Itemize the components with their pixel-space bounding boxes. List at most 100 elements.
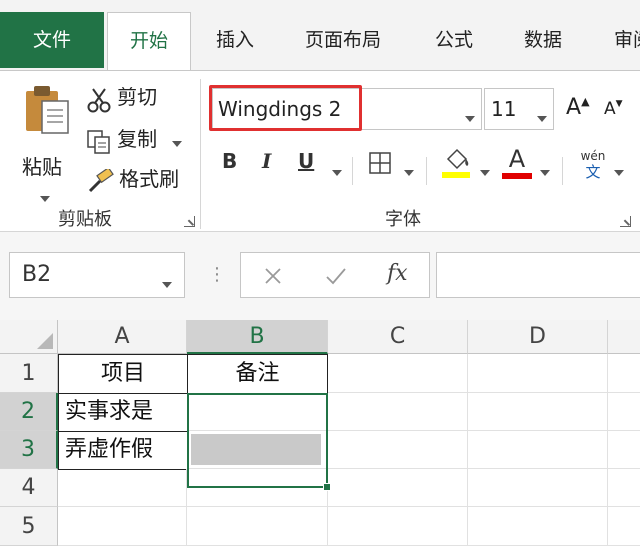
ribbon: 粘贴 剪切 复制 格式刷 剪贴板 Wingdings 2 11 A▲ A▼ B … [0,70,640,232]
font-launcher-icon[interactable] [620,216,631,227]
formula-bar-area: B2 ⋮ fx [0,232,640,320]
column-header-c[interactable]: C [328,320,468,354]
paint-bucket-icon [442,148,470,178]
clipboard-launcher-icon[interactable] [184,216,195,227]
name-box-dropdown-caret[interactable] [162,273,172,292]
tab-formulas[interactable]: 公式 [435,12,473,68]
copy-label: 复制 [117,127,158,151]
name-box[interactable]: B2 [9,252,185,298]
cell-d5[interactable] [468,507,608,546]
cell-d1[interactable] [468,354,608,393]
phonetic-bottom-label: 文 [585,163,601,181]
column-header-d[interactable]: D [468,320,608,354]
font-color-swatch [502,173,532,179]
fill-color-dropdown-caret[interactable] [480,161,490,180]
ribbon-separator [200,79,201,229]
tab-home[interactable]: 开始 [107,12,191,71]
font-size-dropdown-caret[interactable] [537,107,547,126]
borders-icon [369,152,391,174]
column-header-e[interactable] [608,320,640,354]
font-size-combobox[interactable]: 11 [484,88,554,130]
row-header-5[interactable]: 5 [0,507,58,546]
bold-button[interactable]: B [222,149,237,173]
tab-file[interactable]: 文件 [0,12,104,68]
tab-insert[interactable]: 插入 [216,12,254,68]
cell-a2[interactable]: 实事求是 [58,393,188,432]
italic-button[interactable]: I [262,149,271,173]
borders-dropdown-caret[interactable] [404,161,414,180]
ribbon-tab-bar: 文件 开始 插入 页面布局 公式 数据 审阅 [0,0,640,71]
font-name-highlight [209,85,362,131]
format-painter-button[interactable]: 格式刷 [86,163,179,195]
ribbon-separator [562,157,563,185]
cell-d3[interactable] [468,431,608,469]
cell-d2[interactable] [468,393,608,431]
cell-b3[interactable] [187,431,328,469]
cell-a4[interactable] [58,469,187,507]
underline-dropdown-caret[interactable] [332,161,342,180]
row-header-3[interactable]: 3 [0,431,58,469]
paste-label: 粘贴 [22,155,62,179]
row-header-1[interactable]: 1 [0,354,58,393]
shrink-font-arrow-icon: ▼ [615,99,623,109]
ribbon-separator [352,157,353,185]
cell-e5[interactable] [608,507,640,546]
grow-font-arrow-icon: ▲ [581,95,590,108]
cell-b1[interactable]: 备注 [187,354,328,394]
cell-b3-shading [191,434,321,465]
underline-button[interactable]: U [298,149,314,173]
cell-a3[interactable]: 弄虚作假 [58,431,188,470]
copy-icon [87,129,110,154]
fill-handle[interactable] [323,483,331,491]
cell-c1[interactable] [328,354,468,393]
cut-button[interactable]: 剪切 [86,81,157,113]
phonetic-dropdown-caret[interactable] [614,161,624,180]
column-header-b[interactable]: B [187,320,328,354]
grow-font-button[interactable]: A▲ [566,95,590,120]
insert-function-button[interactable]: fx [387,261,408,286]
cancel-icon[interactable] [261,264,285,288]
tab-page-layout[interactable]: 页面布局 [305,12,381,68]
cell-c4[interactable] [328,469,468,507]
formula-buttons: fx [240,252,430,298]
scissors-icon [87,87,111,112]
shrink-font-button[interactable]: A▼ [604,99,623,119]
cell-e3[interactable] [608,431,640,469]
formula-input[interactable] [436,252,640,298]
select-all-button[interactable] [0,320,58,354]
grow-font-label: A [566,95,582,120]
formula-bar-grip-icon[interactable]: ⋮ [208,264,226,285]
column-header-a[interactable]: A [58,320,187,354]
cell-c5[interactable] [328,507,468,546]
row-header-2[interactable]: 2 [0,393,58,431]
font-size-value: 11 [491,97,517,121]
cell-b4[interactable] [187,469,328,507]
cell-a5[interactable] [58,507,187,546]
name-box-value: B2 [22,262,52,287]
tab-data[interactable]: 数据 [524,12,562,68]
copy-button[interactable]: 复制 [86,123,183,155]
copy-dropdown-caret[interactable] [172,132,183,151]
tab-review[interactable]: 审阅 [614,12,640,68]
fill-color-button[interactable] [442,147,472,183]
cell-c3[interactable] [328,431,468,469]
row-header-4[interactable]: 4 [0,469,58,507]
cell-e4[interactable] [608,469,640,507]
cell-e1[interactable] [608,354,640,393]
cell-e2[interactable] [608,393,640,431]
cell-b5[interactable] [187,507,328,546]
font-name-dropdown-caret[interactable] [465,107,475,126]
font-color-button[interactable]: A [502,145,532,179]
format-painter-label: 格式刷 [119,167,180,191]
fill-color-swatch [442,172,470,178]
cell-d4[interactable] [468,469,608,507]
borders-button[interactable] [368,151,392,179]
cell-b2[interactable] [187,393,328,431]
paste-button[interactable]: 粘贴 [20,83,74,202]
enter-check-icon[interactable] [323,264,349,288]
phonetic-guide-button[interactable]: wén 文 [576,149,610,182]
cell-c2[interactable] [328,393,468,431]
cell-a1[interactable]: 项目 [58,354,188,394]
font-color-dropdown-caret[interactable] [540,161,550,180]
paste-dropdown-caret[interactable] [40,187,50,206]
